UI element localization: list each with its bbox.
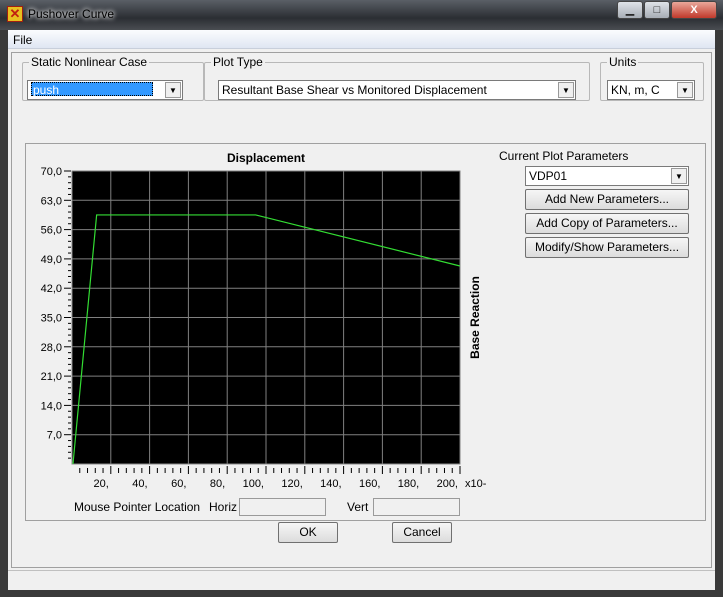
pushover-chart[interactable]: Displacement 20, 40, 60, 80, 100, 120, 140, 160,… (26, 144, 486, 494)
modify-parameters-button[interactable]: Modify/Show Parameters... (525, 237, 689, 258)
static-case-select[interactable]: push ▼ (27, 80, 183, 100)
app-icon: ✕ (7, 6, 23, 22)
y-tick-label: 70,0 (41, 166, 62, 178)
x-tick-label: 200, (437, 478, 458, 490)
x-tick-label: 100, (243, 478, 264, 490)
maximize-button[interactable]: □ (644, 1, 670, 19)
ok-button[interactable]: OK (278, 522, 338, 543)
y-tick-label: 35,0 (41, 313, 62, 325)
horiz-label: Horiz (209, 500, 238, 514)
x-tick-label: 120, (281, 478, 302, 490)
plot-type-label: Plot Type (213, 55, 263, 69)
params-label: Current Plot Parameters (499, 149, 629, 163)
vert-label: Vert (347, 500, 369, 514)
title-bar: ✕ Pushover Curve ▁ □ X (0, 0, 723, 30)
vert-field (373, 498, 460, 516)
y-tick-label: 21,0 (41, 371, 62, 383)
y-axis-label: Base Reaction (468, 276, 482, 359)
cancel-button[interactable]: Cancel (392, 522, 452, 543)
y-tick-label: 49,0 (41, 254, 62, 266)
main-panel: Static Nonlinear Case push ▼ Plot Type R… (11, 52, 712, 568)
plot-type-value: Resultant Base Shear vs Monitored Displa… (222, 83, 487, 97)
y-tick-label: 14,0 (41, 400, 62, 412)
close-button[interactable]: X (671, 1, 717, 19)
x-tick-label: 140, (320, 478, 341, 490)
y-tick-label: 7,0 (47, 430, 62, 442)
units-label: Units (609, 55, 637, 69)
chart-title: Displacement (227, 151, 305, 165)
x-tick-label: 180, (398, 478, 419, 490)
y-tick-label: 63,0 (41, 195, 62, 207)
units-value: KN, m, C (611, 83, 660, 97)
menu-bar: File (8, 30, 715, 49)
chevron-down-icon[interactable]: ▼ (677, 82, 693, 98)
x-tick-label: 60, (171, 478, 186, 490)
mouse-location-label: Mouse Pointer Location (74, 500, 201, 514)
x-tick-label: 20, (94, 478, 109, 490)
y-tick-label: 56,0 (41, 225, 62, 237)
window-title: Pushover Curve (28, 7, 115, 21)
x-multiplier: x10-3 (465, 478, 486, 490)
static-case-value: push (31, 82, 153, 97)
params-value: VDP01 (529, 169, 568, 183)
params-select[interactable]: VDP01 ▼ (525, 166, 689, 186)
x-tick-label: 40, (132, 478, 147, 490)
plot-type-select[interactable]: Resultant Base Shear vs Monitored Displa… (218, 80, 576, 100)
menu-file[interactable]: File (13, 33, 32, 47)
chevron-down-icon[interactable]: ▼ (165, 82, 181, 98)
horiz-field (239, 498, 326, 516)
static-case-label: Static Nonlinear Case (31, 55, 148, 69)
units-select[interactable]: KN, m, C ▼ (607, 80, 695, 100)
add-new-parameters-button[interactable]: Add New Parameters... (525, 189, 689, 210)
minimize-button[interactable]: ▁ (617, 1, 643, 19)
y-tick-label: 28,0 (41, 342, 62, 354)
plot-panel: Displacement 20, 40, 60, 80, 100, 120, 140, 160,… (25, 143, 706, 521)
x-tick-label: 80, (210, 478, 225, 490)
chevron-down-icon[interactable]: ▼ (671, 168, 687, 184)
add-copy-parameters-button[interactable]: Add Copy of Parameters... (525, 213, 689, 234)
status-bar (8, 570, 715, 590)
x-tick-label: 160, (359, 478, 380, 490)
y-tick-label: 42,0 (41, 283, 62, 295)
dialog-client: File Static Nonlinear Case push ▼ Plot T… (8, 30, 715, 590)
chevron-down-icon[interactable]: ▼ (558, 82, 574, 98)
